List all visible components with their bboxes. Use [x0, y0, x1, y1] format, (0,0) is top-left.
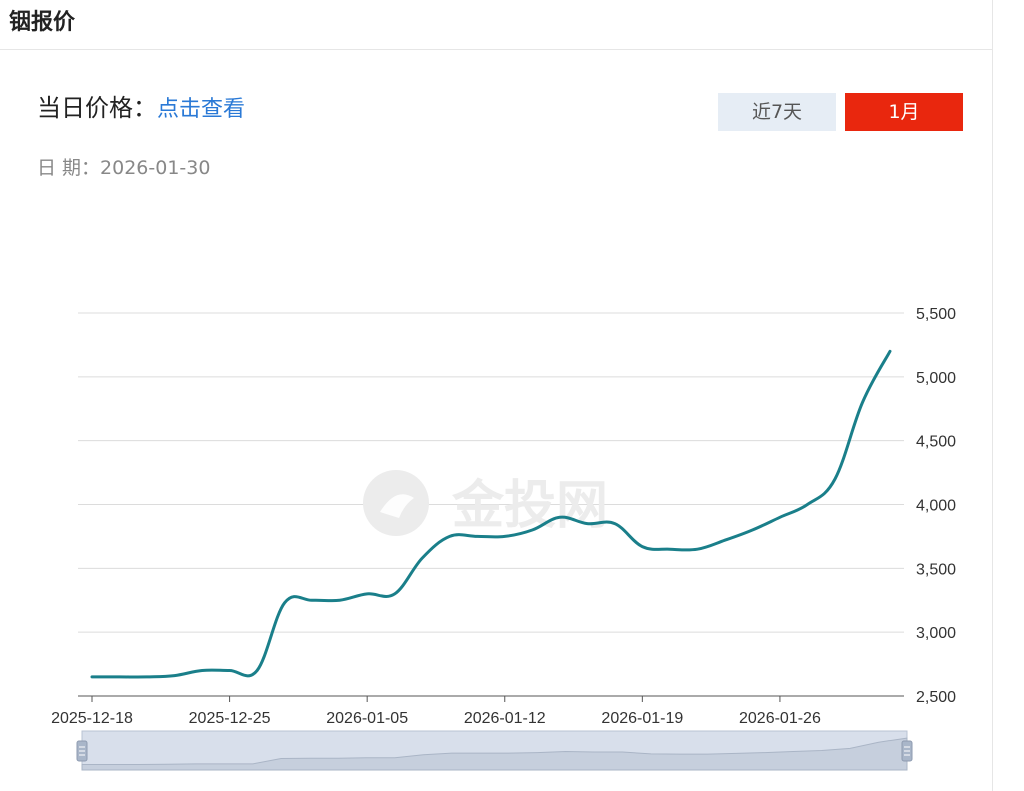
x-tick-label: 2026-01-19: [601, 710, 683, 727]
x-tick-label: 2026-01-26: [739, 710, 821, 727]
x-tick-label: 2025-12-18: [51, 710, 133, 727]
x-tick-label: 2026-01-12: [464, 710, 546, 727]
x-tick-label: 2025-12-25: [189, 710, 271, 727]
x-axis-ticks: 2025-12-18 2025-12-25 2026-01-05 2026-01-12…: [51, 696, 821, 727]
y-axis-ticks: 2,500 3,000 3,500 4,000 4,500 5,000 5,500: [916, 306, 956, 706]
watermark-text: 金投网: [451, 476, 608, 536]
y-tick-label: 5,500: [916, 306, 956, 323]
y-tick-label: 4,000: [916, 498, 956, 515]
y-tick-label: 4,500: [916, 434, 956, 451]
price-line-chart: 金投网 2,5003,0003,5004,0004,5005,0005,500 …: [51, 306, 956, 771]
range-slider[interactable]: [76, 730, 913, 771]
y-tick-label: 2,500: [916, 689, 956, 706]
y-tick-label: 3,000: [916, 625, 956, 642]
watermark: 金投网: [363, 470, 608, 536]
x-tick-label: 2026-01-05: [326, 710, 408, 727]
y-tick-label: 3,500: [916, 561, 956, 578]
y-tick-label: 5,000: [916, 370, 956, 387]
